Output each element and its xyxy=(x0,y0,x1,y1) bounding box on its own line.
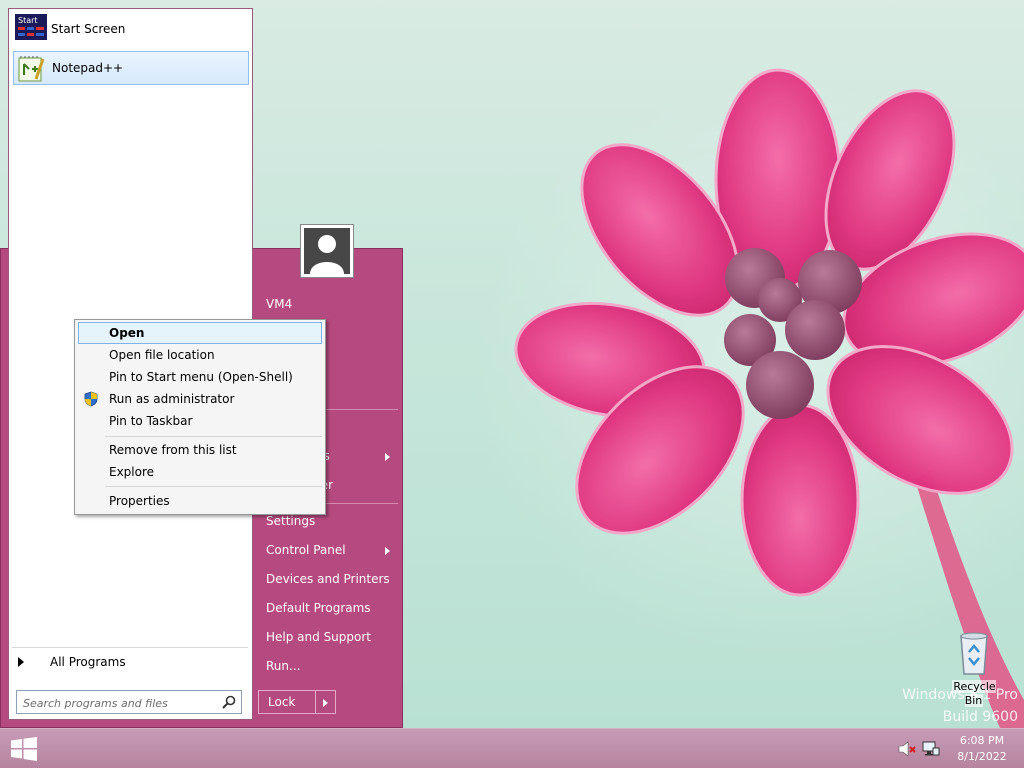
clock-time: 6:08 PM xyxy=(959,734,1005,747)
control-panel-item[interactable]: Control Panel xyxy=(258,538,398,564)
default-programs-label: Default Programs xyxy=(266,601,371,615)
user-name: VM4 xyxy=(266,297,293,311)
menu-item-label: Run as administrator xyxy=(109,392,235,406)
shutdown-options-button[interactable] xyxy=(316,690,336,714)
menu-item-label: Explore xyxy=(109,465,155,479)
settings-label: Settings xyxy=(266,514,316,528)
run-item[interactable]: Run... xyxy=(258,654,398,680)
program-notepad-plus-plus[interactable]: Notepad++ xyxy=(13,51,249,85)
start-screen-icon: Start xyxy=(15,14,47,40)
search-icon[interactable] xyxy=(222,695,236,709)
program-label: Start Screen xyxy=(51,22,126,36)
help-support-label: Help and Support xyxy=(266,630,371,644)
control-panel-label: Control Panel xyxy=(266,543,346,557)
menu-item-properties[interactable]: Properties xyxy=(78,490,322,512)
watermark-build: Build 9600 xyxy=(942,709,1018,725)
lock-label: Lock xyxy=(268,695,296,709)
all-programs-label: All Programs xyxy=(50,655,126,669)
search-box[interactable] xyxy=(16,690,242,714)
chevron-right-icon xyxy=(323,699,328,707)
taskbar: 6:08 PM 8/1/2022 xyxy=(0,728,1024,768)
clock[interactable]: 6:08 PM 8/1/2022 xyxy=(948,733,1016,765)
lock-button[interactable]: Lock xyxy=(258,690,316,714)
network-icon[interactable] xyxy=(922,741,940,757)
program-label: Notepad++ xyxy=(52,61,124,75)
menu-separator xyxy=(105,486,322,487)
menu-item-label: Pin to Taskbar xyxy=(109,414,193,428)
menu-item-remove[interactable]: Remove from this list xyxy=(78,439,322,461)
menu-item-pin-start[interactable]: Pin to Start menu (Open-Shell) xyxy=(78,366,322,388)
windows-logo-icon xyxy=(11,737,37,761)
user-name-item[interactable]: VM4 xyxy=(258,292,398,318)
menu-item-label: Open xyxy=(109,326,145,340)
svg-text:Start: Start xyxy=(18,16,38,25)
menu-item-label: Properties xyxy=(109,494,170,508)
notepad-plus-plus-icon xyxy=(18,56,45,82)
menu-item-pin-taskbar[interactable]: Pin to Taskbar xyxy=(78,410,322,432)
program-start-screen[interactable]: Start Start Screen xyxy=(13,13,249,47)
menu-item-explore[interactable]: Explore xyxy=(78,461,322,483)
user-icon xyxy=(310,235,344,274)
menu-item-label: Remove from this list xyxy=(109,443,237,457)
recycle-bin[interactable]: Recycle Bin xyxy=(942,630,1006,707)
menu-separator xyxy=(105,436,322,437)
menu-item-label: Pin to Start menu (Open-Shell) xyxy=(109,370,293,384)
context-menu: Open Open file location Pin to Start men… xyxy=(74,319,326,515)
search-input[interactable] xyxy=(21,694,215,712)
clock-date: 8/1/2022 xyxy=(957,750,1007,763)
submenu-arrow-icon xyxy=(385,453,390,461)
chevron-right-icon xyxy=(18,657,24,667)
all-programs-button[interactable]: All Programs xyxy=(12,647,248,676)
recycle-bin-label: Recycle Bin xyxy=(952,680,996,707)
default-programs-item[interactable]: Default Programs xyxy=(258,596,398,622)
menu-item-open[interactable]: Open xyxy=(78,322,322,344)
submenu-arrow-icon xyxy=(385,547,390,555)
menu-item-open-file-location[interactable]: Open file location xyxy=(78,344,322,366)
devices-printers-item[interactable]: Devices and Printers xyxy=(258,567,398,593)
run-label: Run... xyxy=(266,659,301,673)
recycle-bin-icon xyxy=(960,632,988,675)
volume-muted-icon[interactable] xyxy=(898,741,916,757)
help-support-item[interactable]: Help and Support xyxy=(258,625,398,651)
menu-item-label: Open file location xyxy=(109,348,215,362)
devices-printers-label: Devices and Printers xyxy=(266,572,390,586)
user-avatar[interactable] xyxy=(300,224,354,278)
start-button[interactable] xyxy=(0,729,48,769)
menu-item-run-as-admin[interactable]: Run as administrator xyxy=(78,388,322,410)
uac-shield-icon xyxy=(84,391,98,407)
